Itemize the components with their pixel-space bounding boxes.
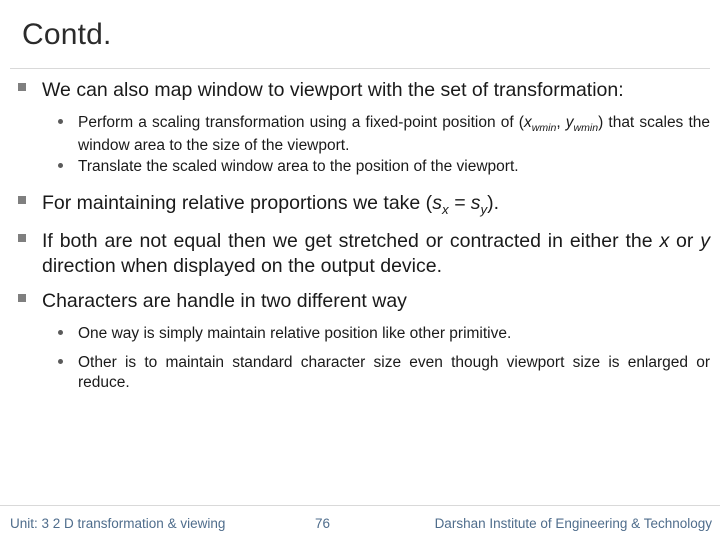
round-bullet-icon: [58, 329, 63, 335]
math-variable: s: [432, 192, 442, 215]
bullet-text: Perform a scaling transformation using a…: [78, 113, 524, 131]
bullet-text-tail: direction when displayed on the output d…: [42, 254, 443, 277]
math-subscript: x: [441, 201, 449, 217]
slide: Contd. We can also map window to viewpor…: [0, 0, 720, 540]
footer-divider: [0, 505, 720, 506]
square-bullet-icon: [18, 83, 26, 91]
footer-page-number: 76: [315, 516, 331, 531]
round-bullet-icon: [58, 118, 63, 124]
bullet-text: We can also map window to viewport with …: [42, 79, 624, 101]
footer-institute-label: Darshan Institute of Engineering & Techn…: [434, 516, 712, 531]
title-divider: [10, 68, 710, 69]
bullet-level2: Translate the scaled window area to the …: [16, 157, 710, 177]
bullet-text: If both are not equal then we get stretc…: [42, 229, 660, 252]
math-subscript: wmin: [573, 122, 599, 135]
bullet-text: Translate the scaled window area to the …: [78, 157, 519, 175]
square-bullet-icon: [18, 293, 26, 302]
slide-body: We can also map window to viewport with …: [16, 78, 710, 394]
bullet-text: Other is to maintain standard character …: [78, 353, 710, 392]
footer: Unit: 3 2 D transformation & viewing 76 …: [0, 512, 720, 540]
math-variable: x: [659, 229, 670, 252]
bullet-text: For maintaining relative proportions we …: [42, 192, 433, 215]
round-bullet-icon: [58, 162, 63, 168]
bullet-level1: We can also map window to viewport with …: [16, 78, 710, 103]
square-bullet-icon: [18, 196, 26, 205]
bullet-text-tail: ).: [487, 192, 500, 215]
square-bullet-icon: [18, 233, 26, 242]
bullet-level1: If both are not equal then we get stretc…: [16, 229, 710, 279]
footer-unit-label: Unit: 3 2 D transformation & viewing: [10, 516, 226, 531]
round-bullet-icon: [58, 358, 63, 364]
bullet-level2: Perform a scaling transformation using a…: [16, 113, 710, 156]
bullet-level1: Characters are handle in two different w…: [16, 289, 710, 314]
math-separator: ,: [556, 113, 566, 131]
bullet-level2: One way is simply maintain relative posi…: [16, 324, 710, 344]
math-subscript: wmin: [531, 122, 557, 135]
bullet-text: One way is simply maintain relative posi…: [78, 324, 512, 342]
page-title: Contd.: [22, 18, 112, 51]
bullet-text: Characters are handle in two different w…: [42, 289, 407, 312]
math-variable: s: [470, 192, 481, 215]
bullet-level2: Other is to maintain standard character …: [16, 353, 710, 393]
math-variable: y: [565, 113, 574, 131]
math-variable: y: [700, 229, 710, 252]
bullet-level1: For maintaining relative proportions we …: [16, 191, 710, 219]
math-conjunction: or: [669, 229, 701, 252]
math-operator: =: [448, 192, 471, 215]
math-variable: x: [523, 113, 532, 131]
